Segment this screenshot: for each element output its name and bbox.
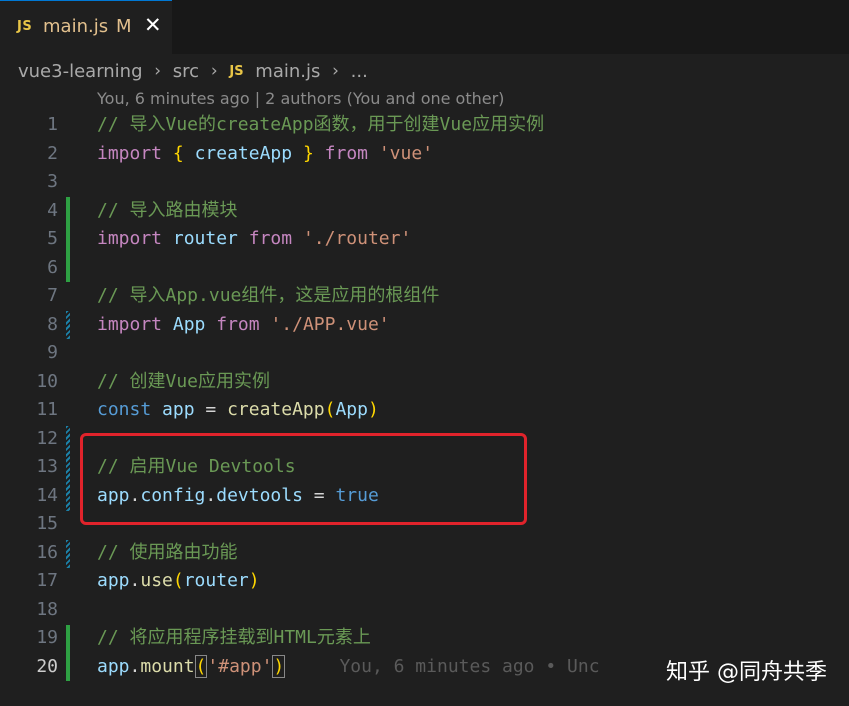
paren: ) — [248, 570, 260, 591]
line-number: 7 — [47, 285, 58, 306]
keyword: const — [97, 399, 152, 420]
code-line[interactable]: 11 const app = createApp(App) — [0, 396, 849, 424]
string: './APP.vue' — [270, 313, 390, 335]
identifier: app — [97, 655, 130, 677]
line-number: 3 — [47, 171, 58, 192]
code-text: import router from './router' — [97, 225, 411, 253]
line-number: 5 — [47, 228, 58, 249]
function-call: createApp — [227, 399, 325, 420]
modified-indicator: M — [116, 16, 132, 37]
code-text: const app = createApp(App) — [97, 396, 379, 424]
function-call: use — [140, 570, 173, 591]
comment: // 导入Vue的createApp函数，用于创建Vue应用实例 — [97, 114, 545, 135]
line-number: 14 — [36, 484, 58, 506]
code-line[interactable]: 16 // 使用路由功能 — [0, 539, 849, 567]
line-number: 20 — [36, 655, 58, 677]
code-text: app.mount('#app') You, 6 minutes ago • U… — [97, 653, 600, 681]
chevron-right-icon: › — [210, 61, 218, 81]
string: './router' — [302, 228, 412, 249]
tab-bar: JS main.js M ✕ — [0, 0, 849, 54]
line-number: 15 — [36, 513, 58, 534]
line-number: 17 — [36, 570, 58, 591]
line-number: 4 — [47, 199, 58, 221]
code-line[interactable]: 6 — [0, 254, 849, 282]
line-number: 12 — [36, 427, 58, 449]
code-line[interactable]: 7 // 导入App.vue组件，这是应用的根组件 — [0, 282, 849, 310]
code-line[interactable]: 5 import router from './router' — [0, 225, 849, 253]
highlight-annotation-box — [80, 433, 527, 525]
identifier: app — [162, 399, 195, 420]
argument: App — [335, 399, 368, 420]
comment: // 将应用程序挂载到HTML元素上 — [97, 627, 371, 648]
comment: // 创建Vue应用实例 — [97, 370, 271, 392]
comment: // 使用路由功能 — [97, 541, 238, 563]
identifier: createApp — [194, 142, 293, 164]
javascript-file-icon: JS — [229, 63, 244, 79]
close-icon[interactable]: ✕ — [144, 13, 162, 37]
line-number: 13 — [36, 456, 58, 477]
code-line[interactable]: 2 import { createApp } from 'vue' — [0, 140, 849, 168]
breadcrumb-project[interactable]: vue3-learning — [18, 61, 143, 82]
comment: // 导入路由模块 — [97, 199, 238, 221]
line-number: 11 — [36, 399, 58, 420]
tab-main-js[interactable]: JS main.js M ✕ — [0, 0, 172, 54]
paren: ( — [172, 570, 184, 591]
code-line[interactable]: 10 // 创建Vue应用实例 — [0, 368, 849, 396]
code-line[interactable]: 9 — [0, 339, 849, 367]
line-number: 18 — [36, 598, 58, 620]
breadcrumb-file[interactable]: main.js — [255, 61, 320, 82]
chevron-right-icon: › — [154, 61, 162, 81]
inline-blame[interactable]: You, 6 minutes ago • Unc — [339, 656, 599, 677]
breadcrumb: vue3-learning › src › JS main.js › ... — [18, 60, 368, 86]
code-text: app.use(router) — [97, 567, 260, 595]
operator: . — [129, 655, 141, 677]
identifier: App — [172, 313, 206, 335]
code-line[interactable]: 18 — [0, 596, 849, 624]
code-line[interactable]: 3 — [0, 168, 849, 196]
code-line[interactable]: 8 import App from './APP.vue' — [0, 311, 849, 339]
keyword: import — [97, 313, 163, 335]
code-text: import { createApp } from 'vue' — [97, 140, 433, 168]
watermark: 知乎 @同舟共季 — [666, 660, 827, 685]
string: '#app' — [207, 655, 273, 677]
paren: ( — [194, 654, 208, 678]
function-call: mount — [140, 655, 195, 677]
paren: ( — [324, 399, 336, 420]
code-line[interactable]: 17 app.use(router) — [0, 567, 849, 595]
line-number: 16 — [36, 541, 58, 563]
chevron-right-icon: › — [332, 61, 339, 81]
keyword: import — [97, 142, 163, 164]
paren: ) — [272, 654, 286, 678]
comment: // 导入App.vue组件，这是应用的根组件 — [97, 285, 440, 306]
breadcrumb-more[interactable]: ... — [351, 61, 368, 82]
identifier: router — [172, 228, 238, 249]
javascript-file-icon: JS — [17, 19, 33, 34]
line-number: 2 — [47, 142, 58, 164]
tab-title: main.js — [43, 16, 109, 37]
paren: ) — [367, 399, 379, 420]
line-number: 8 — [47, 313, 58, 335]
keyword: import — [97, 228, 163, 249]
line-number: 9 — [47, 342, 58, 363]
code-line[interactable]: 1 // 导入Vue的createApp函数，用于创建Vue应用实例 — [0, 111, 849, 139]
line-number: 10 — [36, 370, 58, 392]
codelens-blame[interactable]: You, 6 minutes ago | 2 authors (You and … — [97, 89, 504, 108]
brace: } — [302, 142, 314, 164]
code-line[interactable]: 4 // 导入路由模块 — [0, 197, 849, 225]
argument: router — [183, 570, 249, 591]
brace: { — [172, 142, 184, 164]
keyword: from — [324, 142, 368, 164]
code-text: import App from './APP.vue' — [97, 311, 390, 339]
code-line[interactable]: 19 // 将应用程序挂载到HTML元素上 — [0, 624, 849, 652]
keyword: from — [216, 313, 260, 335]
line-number: 19 — [36, 627, 58, 648]
string: 'vue' — [378, 142, 434, 164]
line-number: 1 — [47, 114, 58, 135]
identifier: app — [97, 570, 130, 591]
operator: = — [205, 399, 217, 420]
keyword: from — [248, 228, 293, 249]
line-number: 6 — [47, 256, 58, 278]
breadcrumb-folder[interactable]: src — [173, 61, 199, 82]
operator: . — [129, 570, 141, 591]
